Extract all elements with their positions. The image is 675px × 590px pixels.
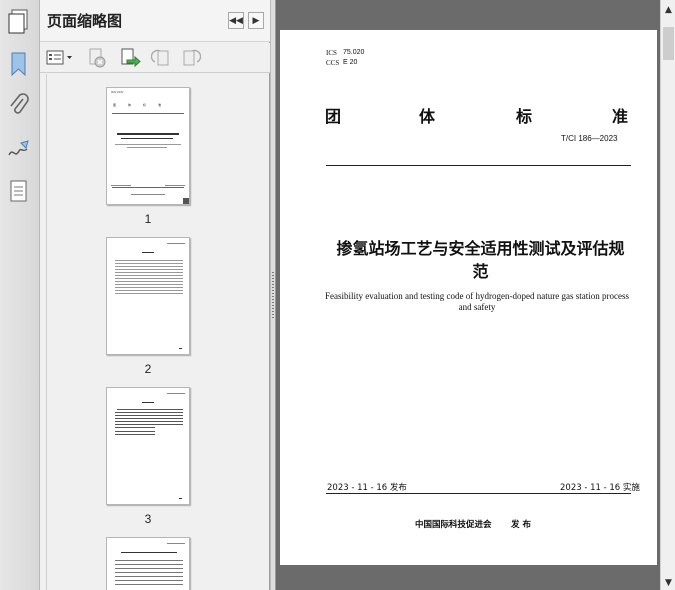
thumbnail-page-1-label: 1: [144, 212, 152, 226]
thumbnail-page-1[interactable]: ICS CCS 团体标准: [106, 87, 190, 205]
options-menu-button[interactable]: [46, 47, 74, 69]
title-en-line2: and safety: [458, 302, 496, 312]
thumbnail-page-4[interactable]: [106, 537, 190, 590]
publisher: 中国国际科技促进会: [415, 520, 492, 530]
navigation-pane-strip: [0, 0, 40, 590]
splitter-grip-icon[interactable]: [272, 272, 274, 320]
panel-title: 页面缩略图: [47, 12, 123, 30]
double-left-icon: ◀◀: [229, 15, 243, 26]
pages-icon[interactable]: [4, 6, 34, 38]
publish-date: 2023 - 11 - 16 发布: [327, 483, 407, 493]
insert-page-button[interactable]: [118, 47, 142, 69]
standard-type-char-3: 标: [516, 107, 533, 126]
rotate-left-icon: [151, 49, 169, 66]
implement-date: 2023 - 11 - 16 实施: [560, 483, 640, 493]
panel-header: 页面缩略图 ◀◀ ▶: [40, 0, 270, 42]
thumbnail-page-2[interactable]: [106, 237, 190, 355]
triangle-right-icon: ▶: [252, 15, 260, 26]
title-cn-line2: 范: [472, 262, 489, 281]
bookmark-icon[interactable]: [4, 48, 34, 80]
collapse-panel-button[interactable]: ◀◀: [228, 12, 244, 29]
delete-page-button[interactable]: [86, 47, 108, 69]
thumbnail-page-3-label: 3: [144, 512, 152, 526]
standard-type-char-1: 团: [325, 107, 342, 126]
ics-value: 75.020: [343, 49, 365, 56]
doc-scroll-up-arrow-icon[interactable]: ▲: [661, 2, 675, 17]
expand-panel-button[interactable]: ▶: [248, 12, 264, 29]
signature-icon[interactable]: [4, 134, 34, 166]
rotate-right-button[interactable]: [180, 47, 202, 69]
rotate-left-button[interactable]: [150, 47, 172, 69]
thumbnail-list: ICS CCS 团体标准 1 2 3: [46, 74, 265, 590]
layers-icon[interactable]: [4, 176, 34, 208]
ccs-value: E 20: [343, 59, 358, 66]
standard-code: T/CI 186—2023: [561, 134, 618, 143]
insert-page-icon: [121, 48, 141, 68]
attachment-icon[interactable]: [4, 90, 34, 122]
document-page: ICS 75.020 CCS E 20 团 体 标 准 T/CI 186—202…: [280, 30, 657, 565]
publisher-suffix: 发 布: [511, 520, 531, 530]
title-cn-line1: 掺氢站场工艺与安全适用性测试及评估规: [336, 239, 625, 258]
options-icon: [46, 50, 72, 65]
document-view: ICS 75.020 CCS E 20 团 体 标 准 T/CI 186—202…: [276, 0, 660, 590]
standard-type-char-4: 准: [612, 107, 629, 126]
page-thumbnails-panel: 页面缩略图 ◀◀ ▶ ICS CCS 团体标准 1 2 3: [40, 0, 305, 590]
thumbnail-page-3[interactable]: [106, 387, 190, 505]
thumbnail-page-2-label: 2: [144, 362, 152, 376]
document-scrollbar[interactable]: ▲ ▼: [660, 0, 675, 590]
doc-scroll-down-arrow-icon[interactable]: ▼: [661, 575, 675, 590]
ics-label: ICS: [326, 49, 337, 57]
rotate-right-icon: [183, 49, 201, 66]
footer-rule: [326, 493, 631, 494]
standard-type-char-2: 体: [419, 107, 436, 126]
ccs-label: CCS: [326, 59, 340, 67]
title-en-line1: Feasibility evaluation and testing code …: [325, 291, 629, 301]
delete-page-icon: [89, 48, 106, 68]
header-rule: [326, 165, 631, 166]
thumbnails-toolbar: [40, 43, 270, 73]
document-scrollbar-thumb[interactable]: [663, 27, 674, 60]
